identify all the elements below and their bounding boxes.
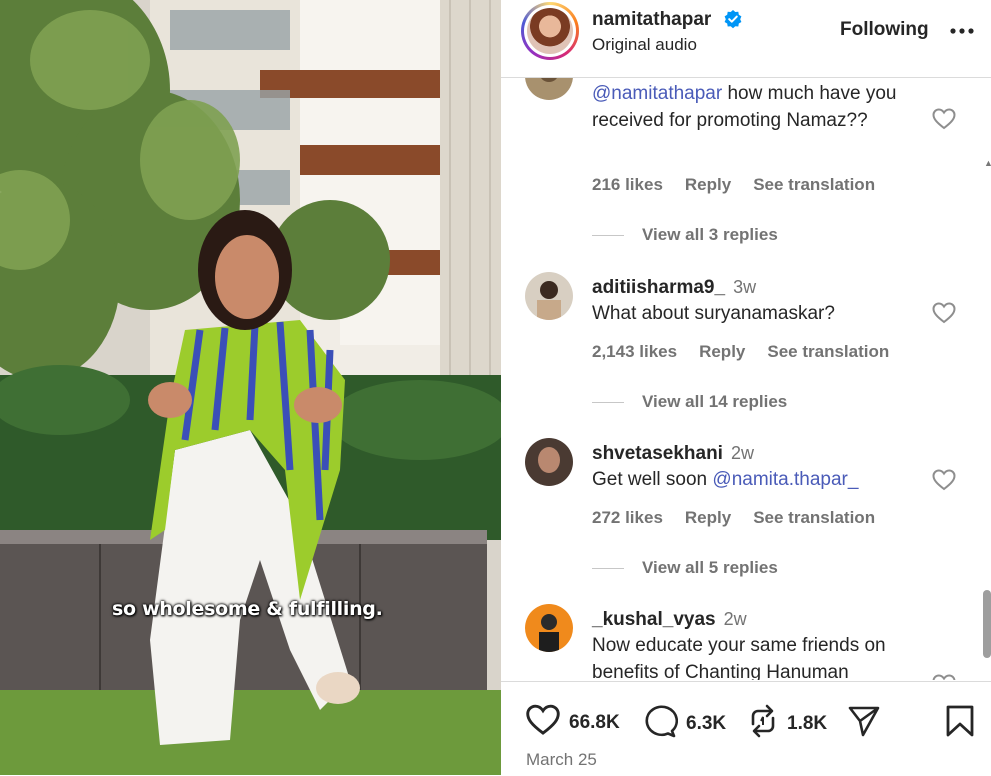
heart-icon[interactable] bbox=[932, 674, 956, 680]
repost-count[interactable]: 1.8K bbox=[787, 713, 827, 735]
repost-action[interactable]: 1.8K bbox=[747, 704, 827, 743]
reply-button[interactable]: Reply bbox=[685, 508, 731, 527]
comment-avatar[interactable] bbox=[525, 438, 573, 486]
action-bar: 66.8K 6.3K 1.8K March 25 bbox=[501, 681, 991, 776]
comment-meta: 2,143 likes Reply See translation bbox=[592, 342, 911, 362]
like-action[interactable]: 66.8K bbox=[525, 704, 620, 741]
post-header: namitathapar Original audio Following bbox=[501, 0, 991, 78]
comment-username[interactable]: shvetasekhani 2w bbox=[592, 443, 754, 465]
scroll-up-arrow-icon[interactable]: ▲ bbox=[984, 158, 991, 168]
author-avatar[interactable] bbox=[521, 2, 579, 60]
comment-mention[interactable]: @namitathapar bbox=[592, 83, 722, 104]
comment-text: What about suryanamaskar? bbox=[592, 303, 835, 324]
author-username[interactable]: namitathapar bbox=[592, 9, 711, 31]
comment-time: 2w bbox=[730, 443, 754, 463]
share-action[interactable] bbox=[847, 704, 881, 743]
comment-text: Now educate your same friends on benefit… bbox=[592, 635, 886, 680]
comment-likes[interactable]: 272 likes bbox=[592, 508, 663, 527]
comment-count[interactable]: 6.3K bbox=[686, 713, 726, 735]
comment-username[interactable]: _kushal_vyas 2w bbox=[592, 609, 747, 631]
comment-avatar[interactable] bbox=[525, 604, 573, 652]
comment-avatar[interactable] bbox=[525, 78, 573, 100]
post-date: March 25 bbox=[526, 750, 597, 769]
see-translation-button[interactable]: See translation bbox=[753, 508, 875, 527]
comment-likes[interactable]: 216 likes bbox=[592, 175, 663, 194]
comment-action[interactable]: 6.3K bbox=[642, 704, 726, 743]
comment-username[interactable]: aditiisharma9_ 3w bbox=[592, 277, 756, 299]
comment-meta: 272 likes Reply See translation bbox=[592, 508, 897, 528]
share-icon[interactable] bbox=[847, 704, 881, 743]
comment-mention[interactable]: @namita.thapar_ bbox=[712, 469, 858, 490]
verified-badge-icon bbox=[723, 9, 743, 34]
original-audio-link[interactable]: Original audio bbox=[592, 35, 697, 55]
heart-icon[interactable] bbox=[932, 302, 956, 329]
comment-avatar[interactable] bbox=[525, 272, 573, 320]
heart-icon[interactable] bbox=[525, 704, 561, 741]
like-count[interactable]: 66.8K bbox=[569, 712, 620, 734]
comment-icon[interactable] bbox=[642, 704, 679, 743]
repost-icon[interactable] bbox=[747, 704, 779, 743]
heart-icon[interactable] bbox=[932, 108, 956, 135]
comments-scrollbar[interactable] bbox=[983, 590, 991, 658]
view-replies-button[interactable]: View all 5 replies bbox=[592, 558, 778, 578]
save-action[interactable] bbox=[945, 704, 975, 743]
reel-video[interactable]: so wholesome & fulfilling. bbox=[0, 0, 501, 775]
comment-meta: 216 likes Reply See translation bbox=[592, 175, 897, 195]
comment-text: @namitathapar how much have you received… bbox=[592, 83, 897, 131]
comment-time: 2w bbox=[723, 609, 747, 629]
comment-text: Get well soon @namita.thapar_ bbox=[592, 469, 859, 490]
reply-button[interactable]: Reply bbox=[685, 175, 731, 194]
video-caption: so wholesome & fulfilling. bbox=[112, 598, 383, 620]
see-translation-button[interactable]: See translation bbox=[753, 175, 875, 194]
comment-likes[interactable]: 2,143 likes bbox=[592, 342, 677, 361]
post-panel: namitathapar Original audio Following @n… bbox=[501, 0, 991, 776]
comments-list[interactable]: @namitathapar how much have you received… bbox=[501, 78, 991, 680]
view-replies-button[interactable]: View all 3 replies bbox=[592, 225, 778, 245]
heart-icon[interactable] bbox=[932, 469, 956, 496]
reply-button[interactable]: Reply bbox=[699, 342, 745, 361]
view-replies-button[interactable]: View all 14 replies bbox=[592, 392, 787, 412]
bookmark-icon[interactable] bbox=[945, 704, 975, 743]
see-translation-button[interactable]: See translation bbox=[767, 342, 889, 361]
comment-time: 3w bbox=[733, 277, 757, 297]
following-button[interactable]: Following bbox=[840, 19, 929, 41]
more-options-icon[interactable] bbox=[949, 18, 975, 49]
video-frame bbox=[0, 0, 501, 775]
